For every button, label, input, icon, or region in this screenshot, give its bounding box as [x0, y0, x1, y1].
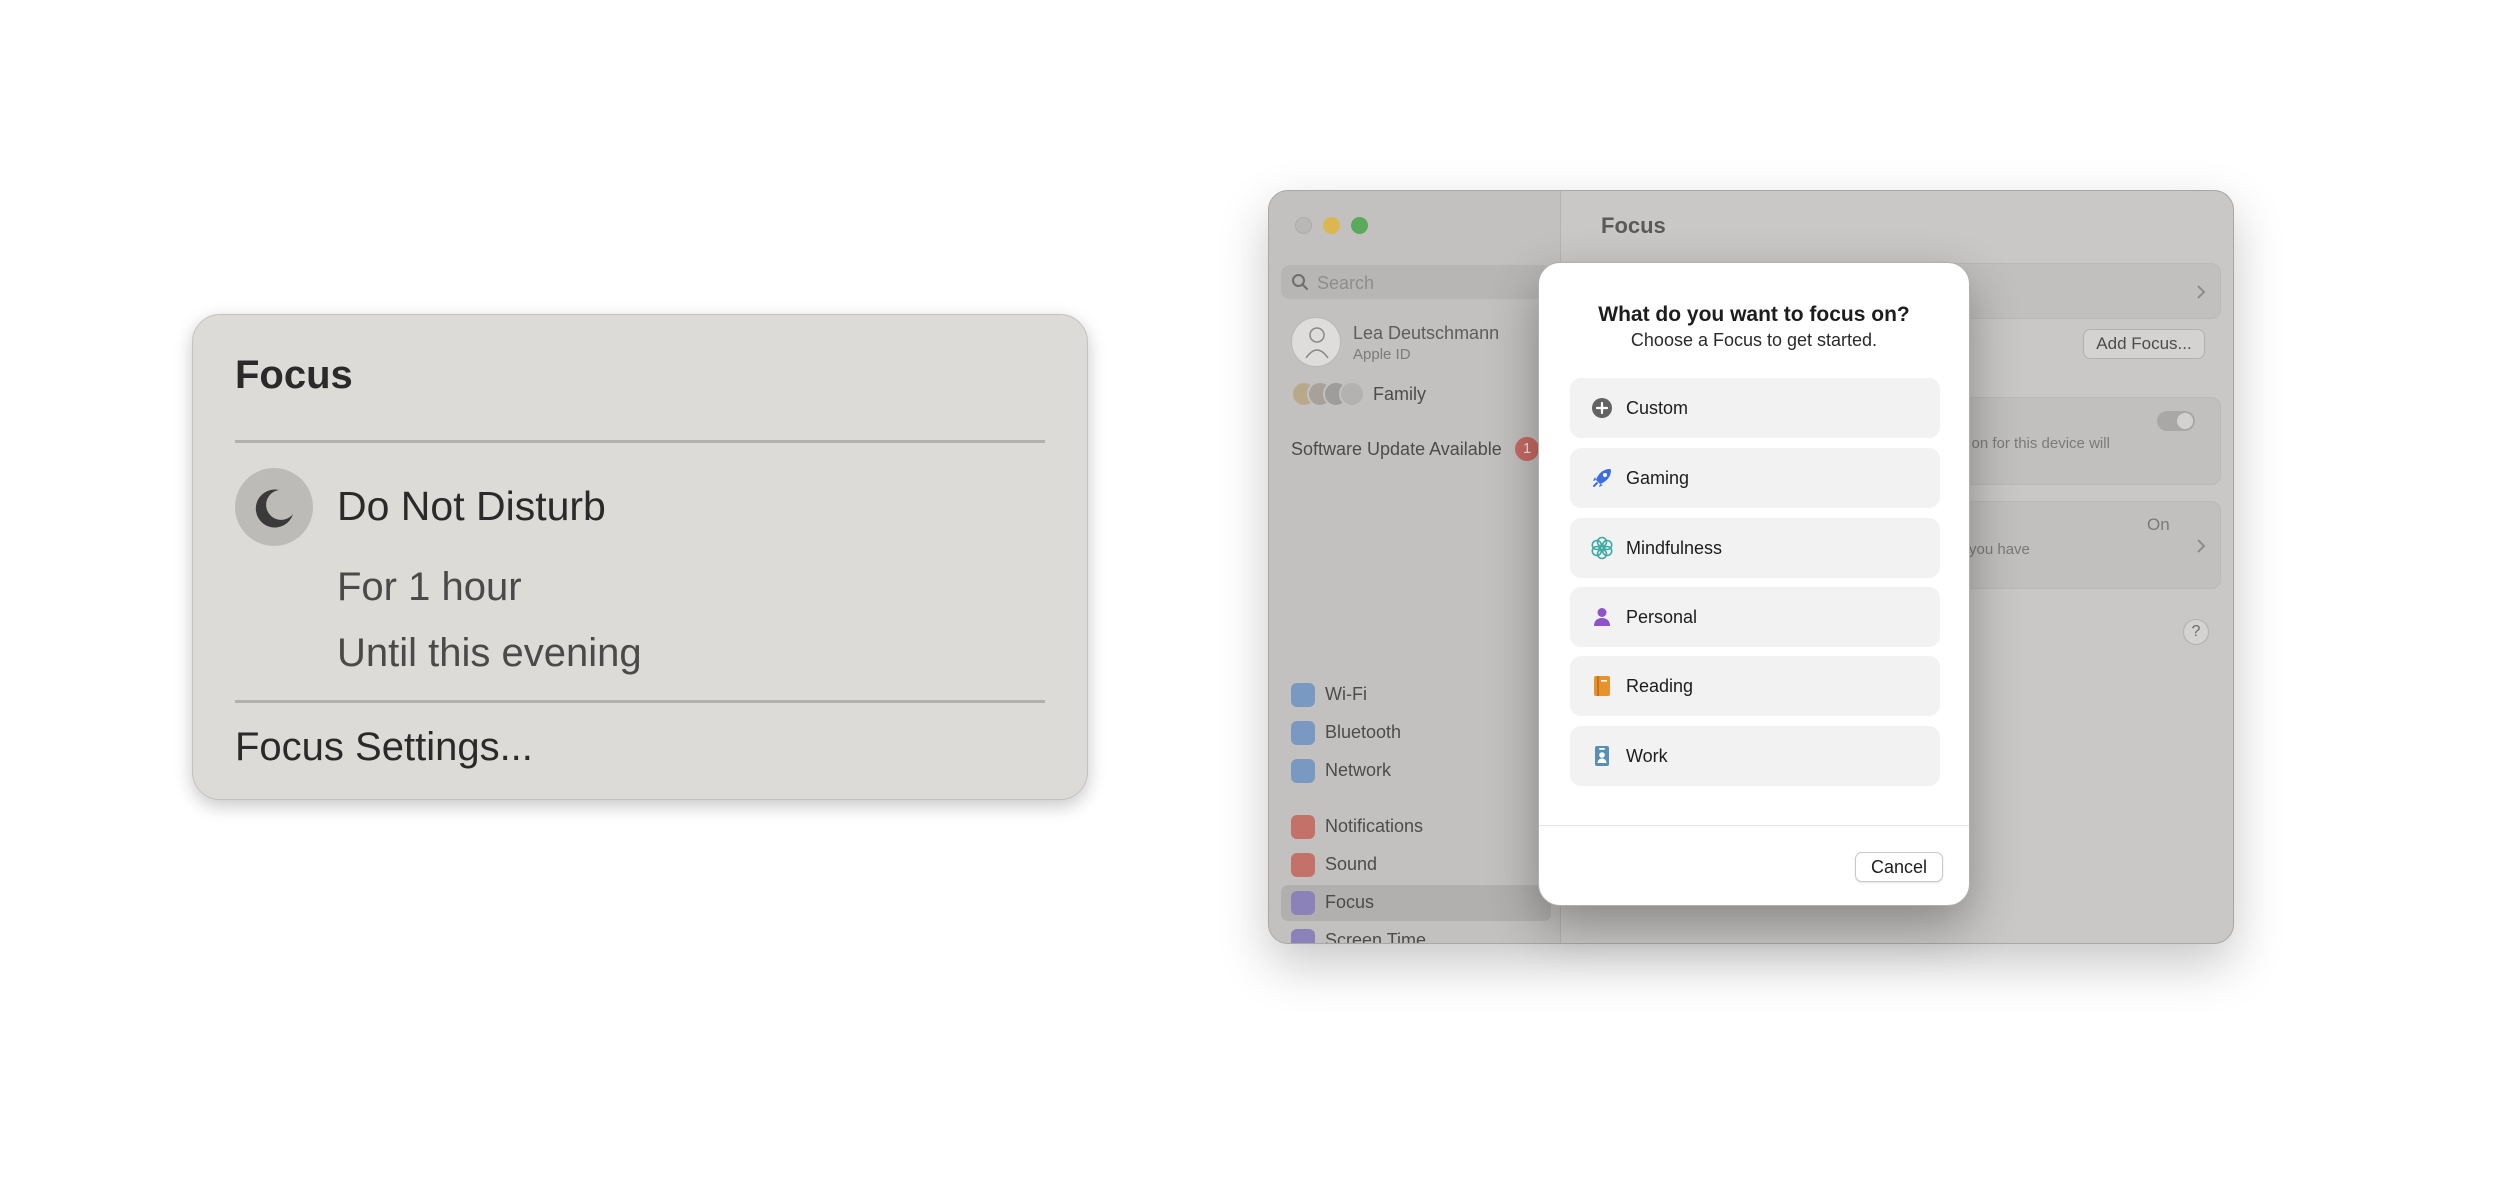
zoom-window-button[interactable] [1351, 217, 1368, 234]
focus-option-gaming[interactable]: Gaming [1570, 448, 1940, 508]
minimize-window-button[interactable] [1323, 217, 1340, 234]
dialog-title: What do you want to focus on? [1598, 303, 1910, 326]
plus-circle-icon [1592, 398, 1612, 418]
sidebar: Search Lea Deutschmann Apple ID Family S… [1269, 191, 1561, 943]
sidebar-item-sound[interactable]: Sound [1281, 847, 1551, 883]
sidebar-item-wi-fi[interactable]: Wi-Fi [1281, 677, 1551, 713]
option-label: Gaming [1626, 468, 1690, 488]
chevron-right-icon [2197, 285, 2206, 299]
add-focus-button[interactable]: Add Focus... [2083, 329, 2205, 359]
option-label: Reading [1626, 676, 1694, 696]
focus-menu: Focus Do Not Disturb For 1 hour Until th… [192, 314, 1088, 800]
badge-icon [1595, 746, 1609, 766]
search-placeholder: Search [1317, 273, 1375, 293]
close-window-button[interactable] [1295, 217, 1312, 234]
canvas: Focus Do Not Disturb For 1 hour Until th… [0, 0, 2500, 1177]
focus-menu-title: Focus [235, 353, 353, 397]
focus-option-personal[interactable]: Personal [1570, 587, 1940, 647]
choose-focus-dialog: What do you want to focus on? Choose a F… [1538, 262, 1970, 906]
share-toggle[interactable] [2157, 411, 2195, 431]
flower-icon [1591, 536, 1613, 560]
bell-icon [1291, 815, 1315, 839]
software-update-label[interactable]: Software Update Available [1291, 439, 1502, 460]
help-button[interactable]: ? [2183, 619, 2209, 645]
sidebar-item-label: Bluetooth [1325, 722, 1402, 742]
moon-icon [1291, 891, 1315, 915]
status-on: On [2147, 515, 2170, 534]
moon-icon[interactable] [235, 468, 313, 546]
sidebar-item-label: Wi-Fi [1325, 684, 1367, 704]
sidebar-item-label: Focus [1325, 892, 1375, 912]
book-icon [1594, 676, 1610, 696]
hourglass-icon [1291, 929, 1315, 943]
rocket-icon [1593, 469, 1611, 487]
sidebar-item-notifications[interactable]: Notifications [1281, 809, 1551, 845]
apple-id-label: Apple ID [1353, 346, 1411, 363]
wifi-icon [1291, 683, 1315, 707]
sidebar-item-label: Notifications [1325, 816, 1424, 836]
bluetooth-icon [1291, 721, 1315, 745]
option-label: Custom [1626, 398, 1689, 418]
network-icon [1291, 759, 1315, 783]
option-label: Personal [1626, 607, 1698, 627]
sidebar-item-label: Sound [1325, 854, 1378, 874]
sidebar-item-label: Network [1325, 760, 1392, 780]
avatar[interactable] [1291, 317, 1341, 367]
update-badge: 1 [1515, 437, 1539, 461]
sidebar-item-network[interactable]: Network [1281, 753, 1551, 789]
share-text: e on for this device will [1959, 435, 2110, 452]
dnd-option-1-hour[interactable]: For 1 hour [337, 565, 522, 610]
sidebar-item-label: Screen Time [1325, 930, 1427, 944]
do-not-disturb-item[interactable]: Do Not Disturb [337, 483, 606, 530]
sidebar-item-bluetooth[interactable]: Bluetooth [1281, 715, 1551, 751]
family-label[interactable]: Family [1373, 384, 1426, 405]
cancel-button[interactable]: Cancel [1855, 852, 1943, 882]
dialog-subtitle: Choose a Focus to get started. [1630, 330, 1878, 350]
dialog-separator [1539, 825, 1969, 826]
focus-option-work[interactable]: Work [1570, 726, 1940, 786]
sidebar-item-screen-time[interactable]: Screen Time [1281, 923, 1551, 944]
speaker-icon [1291, 853, 1315, 877]
person-icon [1594, 608, 1610, 626]
focus-menu-divider-top [235, 440, 1045, 443]
dnd-option-this-evening[interactable]: Until this evening [337, 631, 642, 676]
chevron-right-icon [2197, 539, 2206, 553]
option-label: Work [1626, 746, 1668, 766]
main-title: Focus [1601, 213, 1666, 238]
sidebar-item-focus[interactable]: Focus [1281, 885, 1551, 921]
user-name[interactable]: Lea Deutschmann [1353, 323, 1499, 344]
status-text: you have [1969, 541, 2030, 558]
family-avatar [1339, 381, 1365, 407]
option-label: Mindfulness [1626, 538, 1723, 558]
focus-menu-divider-bottom [235, 700, 1045, 703]
focus-option-custom[interactable]: Custom [1570, 378, 1940, 438]
search-field[interactable]: Search [1281, 265, 1551, 299]
focus-settings-item[interactable]: Focus Settings... [235, 725, 533, 770]
search-icon [1292, 274, 1308, 290]
focus-option-mindfulness[interactable]: Mindfulness [1570, 518, 1940, 578]
focus-option-reading[interactable]: Reading [1570, 656, 1940, 716]
